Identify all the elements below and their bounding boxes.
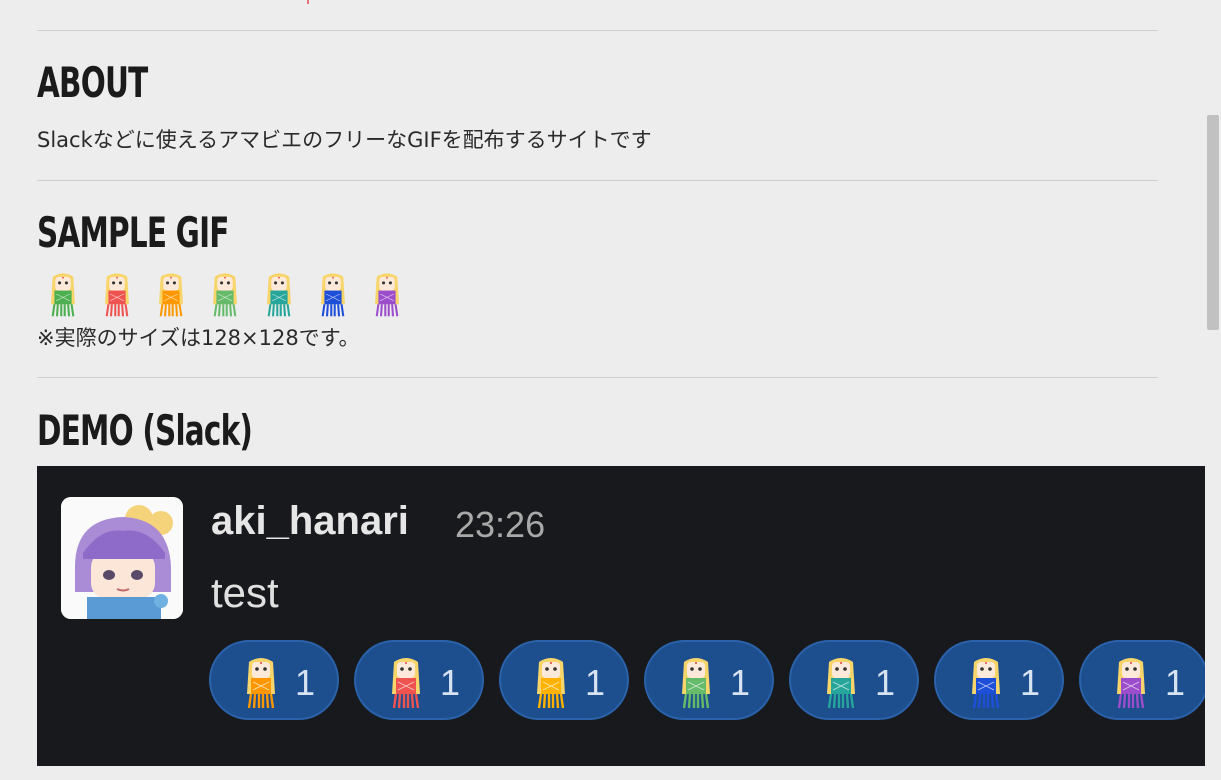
reaction-count: 1 [585,662,606,703]
about-description: Slackなどに使えるアマビエのフリーなGIFを配布するサイトです [37,128,652,152]
reaction-count: 1 [440,662,461,703]
amabie-gif-icon [257,270,311,318]
sample-gif-note: ※実際のサイズは128×128です。 [37,326,360,350]
reaction-pill[interactable]: 1 [499,640,629,720]
avatar [61,497,183,619]
reaction-pill[interactable]: 1 [789,640,919,720]
scrollbar[interactable] [1205,0,1221,780]
top-accent-mark [307,0,309,4]
amabie-gif-icon [365,270,419,318]
reaction-pill[interactable]: 1 [1079,640,1207,720]
sample-gif-row [41,270,419,318]
reaction-pill[interactable]: 1 [934,640,1064,720]
reaction-list: 1 1 1 1 1 1 1 [209,640,1207,720]
reaction-pill[interactable]: 1 [354,640,484,720]
divider [37,30,1158,31]
demo-heading: DEMO (Slack) [37,406,253,455]
reaction-count: 1 [295,662,316,703]
scrollbar-thumb[interactable] [1207,115,1219,330]
reaction-count: 1 [1165,662,1186,703]
reaction-pill[interactable]: 1 [209,640,339,720]
reaction-count: 1 [1020,662,1041,703]
about-heading: ABOUT [37,58,148,107]
divider [37,377,1158,378]
amabie-gif-icon [95,270,149,318]
slack-demo-image: aki_hanari 23:26 test 1 1 1 1 1 1 1 [37,466,1207,766]
divider [37,180,1158,181]
reaction-pill[interactable]: 1 [644,640,774,720]
sample-gif-heading: SAMPLE GIF [37,208,229,257]
message-username[interactable]: aki_hanari [211,499,409,544]
amabie-gif-icon [149,270,203,318]
amabie-gif-icon [203,270,257,318]
amabie-gif-icon [41,270,95,318]
message-timestamp[interactable]: 23:26 [455,504,545,546]
avatar-illustration-icon [61,497,183,619]
reaction-count: 1 [730,662,751,703]
message-text: test [211,569,279,616]
reaction-count: 1 [875,662,896,703]
page: ABOUT Slackなどに使えるアマビエのフリーなGIFを配布するサイトです … [0,0,1221,780]
amabie-gif-icon [311,270,365,318]
